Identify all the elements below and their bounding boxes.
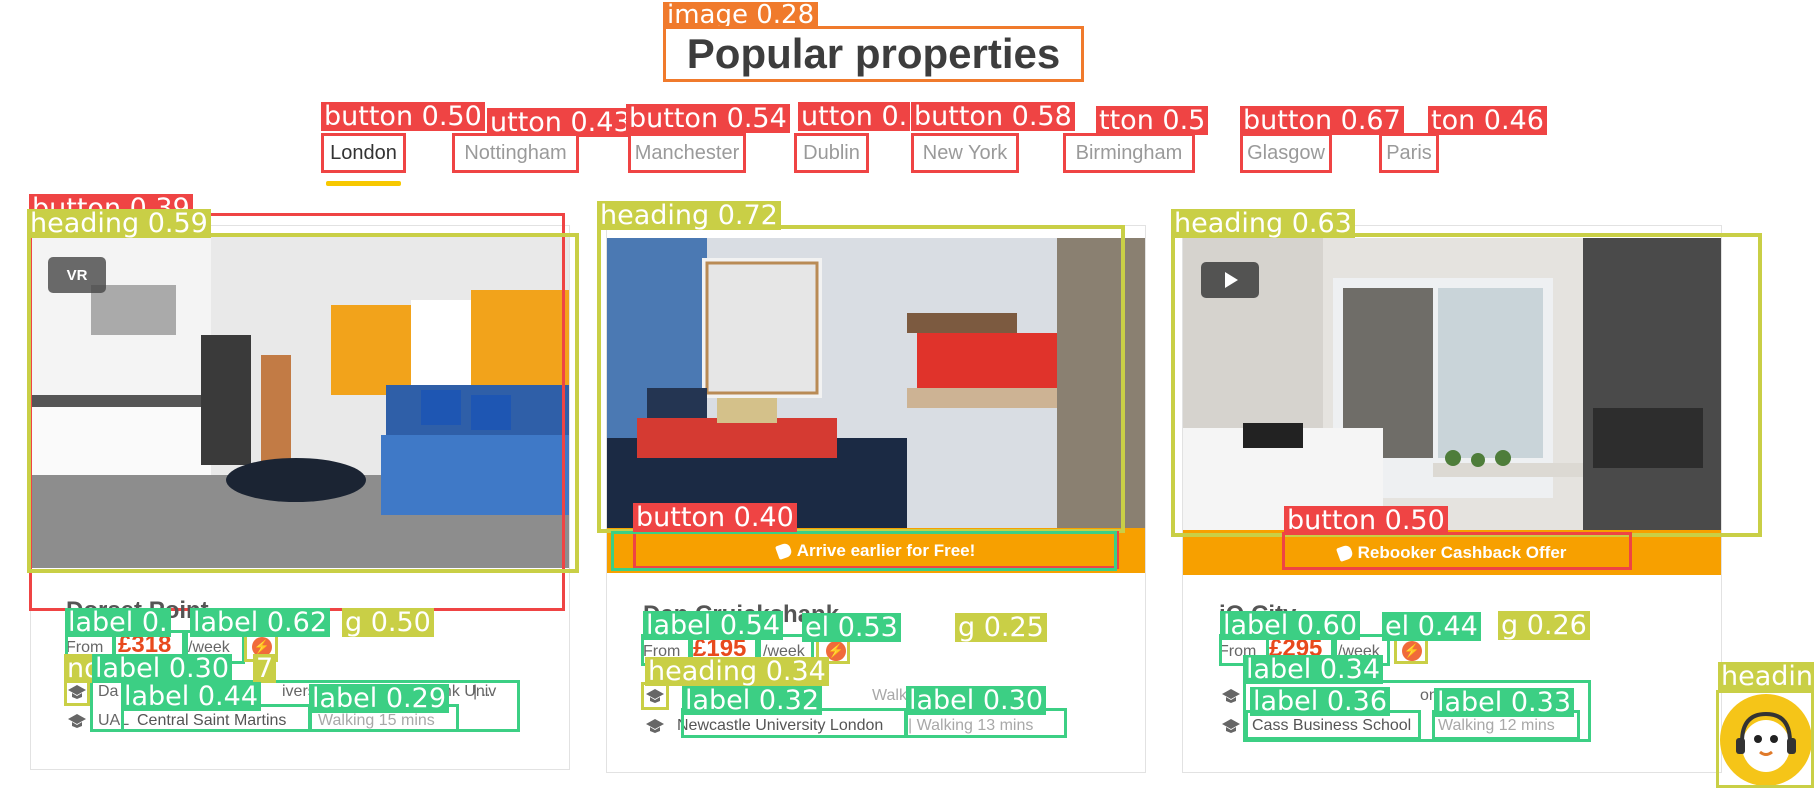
university-icon-3a [1222,689,1240,703]
play-video-icon[interactable] [1201,262,1259,298]
page: image 0.28 Popular properties button 0.5… [0,0,1814,797]
property-photo-1[interactable] [31,235,569,568]
card-2-label-tag-3: g 0.25 [955,613,1047,642]
walking-time-3b: Walking 12 mins [1438,717,1555,734]
instant-book-icon-2: ⚡ [826,641,846,661]
university-icon-1b [68,714,86,728]
page-title: Popular properties [686,30,1061,77]
tab-birmingham[interactable]: Birmingham [1063,133,1195,173]
property-photo-2[interactable] [607,238,1145,528]
property-photo-3[interactable] [1183,238,1721,530]
tab-nottingham[interactable]: Nottingham [452,133,579,173]
university-1b-prefix: UAL [98,712,130,729]
card-3-label-tag-2: el 0.44 [1382,612,1481,641]
card-1-label-tag-3: g 0.50 [342,608,434,637]
title-detection-tag: image 0.28 [663,2,819,28]
card-3-label-tag-3: g 0.26 [1498,611,1590,640]
card-3-heading-tag: heading 0.63 [1171,209,1355,238]
tab-dublin-tag: utton 0. [798,102,911,131]
chat-assistant-avatar[interactable] [1720,694,1812,786]
card-3-label-tag-4: label 0.34 [1243,655,1383,684]
card-1-label-tag-1: label 0. [65,608,171,637]
promo-banner-2[interactable]: Arrive earlier for Free! [607,528,1145,573]
card-2-heading-tag: heading 0.72 [597,201,781,230]
tab-manchester[interactable]: Manchester [628,133,746,173]
tag-icon [1335,543,1354,562]
title-frame: Popular properties [663,26,1084,82]
card-2-label-tag-6: label 0.30 [906,686,1046,715]
tab-manchester-tag: button 0.54 [626,104,790,133]
card-1-label-tag-2: label 0.62 [190,608,330,637]
university-1b: Central Saint Martins [137,712,287,729]
card-1-heading-tag: heading 0.59 [27,209,211,238]
university-icon-2a [646,689,664,703]
tab-glasgow-tag: button 0.67 [1240,106,1404,135]
tab-birmingham-tag: tton 0.5 [1096,106,1209,135]
tab-london-tag: button 0.50 [321,102,485,131]
card-1-label-tag-5: label 0.30 [92,654,232,683]
card-3-button-tag: button 0.50 [1284,506,1448,535]
card-2-label-tag-2: el 0.53 [802,613,901,642]
more-universities-1[interactable]: | ... [473,683,495,701]
card-3-label-tag-1: label 0.60 [1220,611,1360,640]
university-icon-2b [646,719,664,733]
promo-banner-3[interactable]: Rebooker Cashback Offer [1183,530,1721,575]
university-icon-1a [68,685,86,699]
card-1-label-tag-7: label 0.44 [121,682,261,711]
promo-text-2: Arrive earlier for Free! [796,540,976,560]
instant-book-icon-3: ⚡ [1402,641,1422,661]
active-tab-indicator [326,181,401,186]
card-3-label-tag-6: label 0.33 [1434,688,1574,717]
tab-newyork[interactable]: New York [911,133,1019,173]
side-heading-tag: headin [1718,662,1814,691]
card-2-button-tag: button 0.40 [633,503,797,532]
card-2-label-tag-5: label 0.32 [682,686,822,715]
tag-icon [774,541,793,560]
university-1a: Da [98,683,119,700]
tab-paris-tag: ton 0.46 [1428,106,1547,135]
tab-glasgow[interactable]: Glasgow [1240,133,1332,173]
walking-time-2b: | Walking 13 mins [908,717,1034,734]
university-2b: Newcastle University London [677,717,884,734]
card-1-label-tag-8: label 0.29 [309,684,449,713]
tab-paris[interactable]: Paris [1379,133,1439,173]
university-icon-3b [1222,719,1240,733]
tab-dublin[interactable]: Dublin [794,133,869,173]
tab-london[interactable]: London [321,133,406,173]
promo-text-3: Rebooker Cashback Offer [1357,542,1567,562]
card-2-label-tag-4: heading 0.34 [645,657,829,686]
tab-newyork-tag: button 0.58 [911,102,1075,131]
walking-time-1b: Walking 15 mins [318,712,435,729]
university-3b: Cass Business School [1252,717,1412,734]
card-3-label-tag-5: label 0.36 [1250,687,1390,716]
card-2-label-tag-1: label 0.54 [643,611,783,640]
card-1-label-tag-6: 7 [253,654,277,683]
vr-tour-badge[interactable]: VR [48,257,106,293]
